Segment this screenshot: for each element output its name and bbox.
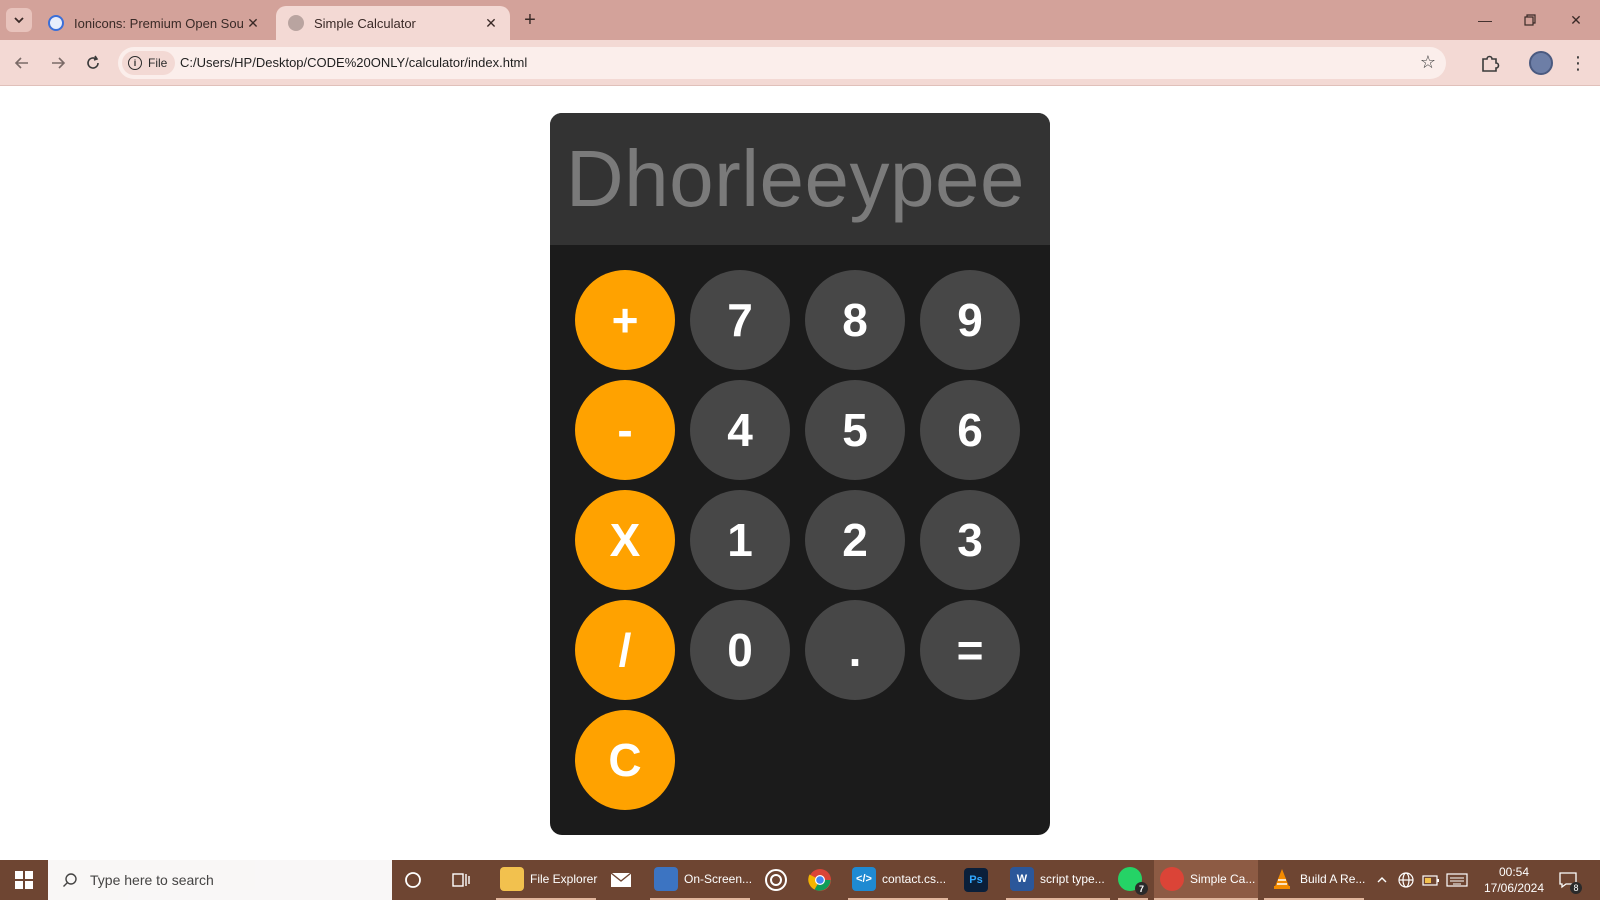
notification-badge: 8 (1570, 882, 1582, 894)
cortana-icon[interactable] (404, 860, 428, 900)
word-icon: W (1010, 867, 1034, 891)
digit-5-button[interactable]: 5 (805, 380, 905, 480)
close-icon[interactable]: ✕ (244, 14, 262, 32)
decimal-button[interactable]: . (805, 600, 905, 700)
tab-title: Simple Calculator (314, 15, 416, 31)
chrome-icon[interactable] (808, 860, 836, 900)
taskbar-app-label: script type... (1040, 872, 1105, 886)
security-label: File (148, 56, 168, 70)
taskbar-vscode[interactable]: </> contact.cs... (848, 860, 948, 900)
whatsapp-badge: 7 (1135, 882, 1148, 895)
keyboard-icon[interactable] (1446, 860, 1468, 900)
bookmark-star-icon[interactable]: ☆ (1420, 52, 1436, 73)
network-globe-icon[interactable] (1398, 860, 1414, 900)
globe-favicon-icon (288, 15, 304, 31)
vlc-icon (1274, 869, 1290, 889)
photoshop-icon[interactable]: Ps (964, 860, 992, 900)
whatsapp-icon[interactable]: 7 (1118, 860, 1148, 900)
clear-button[interactable]: C (575, 710, 675, 810)
back-arrow-icon[interactable] (9, 50, 35, 76)
taskbar-search-box[interactable]: Type here to search (48, 860, 392, 900)
windows-start-icon[interactable] (0, 860, 48, 900)
tab-strip: Ionicons: Premium Open Source Icons ✕ Si… (0, 0, 1600, 40)
taskbar-app-label: Build A Re... (1300, 872, 1366, 886)
taskbar-file-explorer[interactable]: File Explorer (496, 860, 598, 900)
new-tab-button[interactable]: + (519, 9, 541, 31)
divide-button[interactable]: / (575, 600, 675, 700)
extensions-puzzle-icon[interactable] (1477, 50, 1503, 76)
display-text: Dhorleeypee (565, 134, 1025, 223)
add-button[interactable]: + (575, 270, 675, 370)
search-placeholder: Type here to search (90, 872, 214, 888)
digit-0-button[interactable]: 0 (690, 600, 790, 700)
notifications-icon[interactable]: 8 (1558, 860, 1582, 900)
taskbar-on-screen-keyboard[interactable]: On-Screen... (650, 860, 753, 900)
ionicons-favicon-icon (48, 15, 64, 31)
battery-icon[interactable] (1422, 860, 1440, 900)
show-hidden-icons-chevron-icon[interactable] (1376, 860, 1388, 900)
digit-1-button[interactable]: 1 (690, 490, 790, 590)
taskbar: Type here to search File Explorer On-Scr… (0, 860, 1600, 900)
site-info-chip[interactable]: i File (122, 51, 176, 75)
forward-arrow-icon[interactable] (45, 50, 71, 76)
digit-8-button[interactable]: 8 (805, 270, 905, 370)
browser-toolbar: i File C:/Users/HP/Desktop/CODE%20ONLY/c… (0, 40, 1600, 86)
digit-7-button[interactable]: 7 (690, 270, 790, 370)
search-icon (63, 873, 77, 887)
restore-icon[interactable] (1518, 8, 1542, 32)
taskbar-chrome-simple-calculator[interactable]: Simple Ca... (1154, 860, 1258, 900)
info-icon: i (128, 56, 142, 70)
tab-search-button[interactable] (6, 8, 32, 32)
minimize-icon[interactable]: — (1473, 8, 1497, 32)
clock-date: 17/06/2024 (1483, 881, 1545, 895)
calculator: Dhorleeypee + 7 8 9 - 4 5 6 X 1 2 3 / 0 … (550, 113, 1050, 835)
multiply-button[interactable]: X (575, 490, 675, 590)
equals-button[interactable]: = (920, 600, 1020, 700)
taskbar-app-label: contact.cs... (882, 872, 947, 886)
tab-simple-calculator[interactable]: Simple Calculator ✕ (276, 6, 510, 40)
close-icon[interactable]: ✕ (482, 14, 500, 32)
tab-title: Ionicons: Premium Open Source Icons (74, 15, 244, 31)
digit-2-button[interactable]: 2 (805, 490, 905, 590)
digit-4-button[interactable]: 4 (690, 380, 790, 480)
taskbar-app-label: On-Screen... (684, 872, 753, 886)
chrome-icon (1160, 867, 1184, 891)
taskbar-app-label: Simple Ca... (1190, 872, 1256, 886)
tab-ionicons[interactable]: Ionicons: Premium Open Source Icons ✕ (36, 6, 272, 40)
vscode-icon: </> (852, 867, 876, 891)
profile-avatar[interactable] (1529, 51, 1553, 75)
taskbar-app-label: File Explorer (530, 872, 598, 886)
more-menu-icon[interactable]: ⋮ (1568, 50, 1588, 76)
calculator-display: Dhorleeypee (550, 113, 1050, 245)
digit-6-button[interactable]: 6 (920, 380, 1020, 480)
reload-icon[interactable] (80, 50, 106, 76)
digit-3-button[interactable]: 3 (920, 490, 1020, 590)
clock-time: 00:54 (1498, 865, 1530, 879)
chevron-down-icon (14, 17, 24, 24)
mail-icon[interactable] (610, 860, 638, 900)
keyboard-icon (654, 867, 678, 891)
folder-icon (500, 867, 524, 891)
window-close-icon[interactable]: ✕ (1564, 8, 1588, 32)
taskbar-vlc[interactable]: Build A Re... (1264, 860, 1366, 900)
taskbar-word[interactable]: W script type... (1006, 860, 1110, 900)
digit-9-button[interactable]: 9 (920, 270, 1020, 370)
target-app-icon[interactable] (764, 860, 792, 900)
url-text[interactable]: C:/Users/HP/Desktop/CODE%20ONLY/calculat… (180, 55, 527, 70)
task-view-icon[interactable] (452, 860, 476, 900)
taskbar-clock[interactable]: 00:54 17/06/2024 (1478, 864, 1550, 896)
subtract-button[interactable]: - (575, 380, 675, 480)
address-bar[interactable]: i File C:/Users/HP/Desktop/CODE%20ONLY/c… (118, 47, 1446, 79)
